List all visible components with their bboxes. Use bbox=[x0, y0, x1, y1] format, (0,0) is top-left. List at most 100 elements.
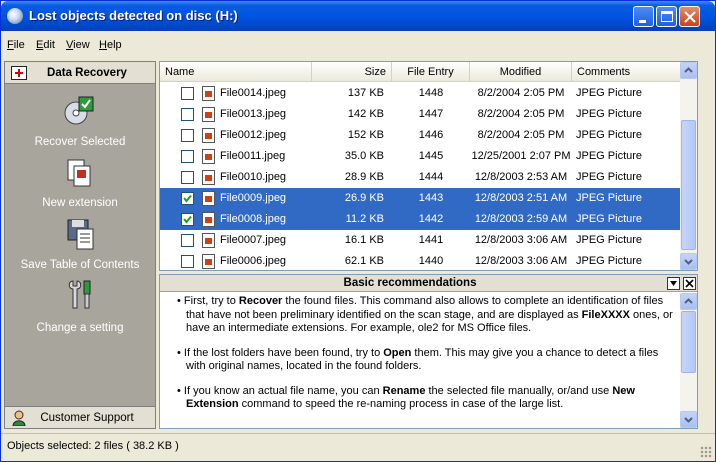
table-row[interactable]: File0011.jpeg 35.0 KB 1445 12/25/2001 2:07 … bbox=[160, 146, 681, 167]
menu-edit[interactable]: Edit bbox=[36, 39, 55, 51]
file-entry: 1440 bbox=[418, 255, 444, 267]
recommendations-text: • First, try to Recover the found files.… bbox=[172, 295, 677, 423]
row-checkbox[interactable] bbox=[181, 234, 194, 247]
save-toc-action[interactable]: Save Table of Contents bbox=[5, 217, 155, 275]
menu-help-rest: elp bbox=[106, 39, 122, 51]
jpeg-file-icon bbox=[202, 86, 215, 101]
customer-support-label: Customer Support bbox=[40, 412, 134, 424]
maximize-icon bbox=[661, 11, 673, 22]
jpeg-file-icon bbox=[202, 233, 215, 248]
close-button[interactable] bbox=[679, 6, 700, 27]
row-checkbox[interactable] bbox=[181, 171, 194, 184]
jpeg-file-icon bbox=[202, 191, 215, 206]
scroll-thumb[interactable] bbox=[681, 311, 696, 373]
chevron-up-icon bbox=[684, 298, 693, 304]
menu-bar: File Edit View Help bbox=[1, 37, 715, 55]
triangle-down-icon bbox=[670, 281, 677, 286]
resize-grip[interactable] bbox=[700, 446, 712, 458]
recover-icon bbox=[64, 96, 94, 125]
row-checkbox[interactable] bbox=[181, 192, 194, 205]
file-name: File0011.jpeg bbox=[220, 150, 286, 162]
customer-support-bar[interactable]: Customer Support bbox=[5, 406, 155, 428]
row-checkbox[interactable] bbox=[181, 213, 194, 226]
recommendation-item: • First, try to Recover the found files.… bbox=[177, 295, 673, 334]
menu-edit-rest: dit bbox=[43, 39, 55, 51]
table-row[interactable]: File0014.jpeg 137 KB 1448 8/2/2004 2:05 PM J… bbox=[160, 83, 681, 104]
table-row[interactable]: File0006.jpeg 62.1 KB 1440 12/8/2003 3:06 A… bbox=[160, 251, 681, 270]
file-size: 62.1 KB bbox=[344, 255, 384, 267]
command-keyword: Rename bbox=[382, 384, 426, 397]
row-checkbox[interactable] bbox=[181, 150, 194, 163]
scroll-thumb[interactable] bbox=[681, 120, 696, 250]
table-row[interactable]: File0007.jpeg 16.1 KB 1441 12/8/2003 3:06 A… bbox=[160, 230, 681, 251]
menu-help[interactable]: Help bbox=[99, 39, 122, 51]
col-size[interactable]: Size bbox=[312, 62, 392, 82]
table-row[interactable]: File0010.jpeg 28.9 KB 1444 12/8/2003 2:53 A… bbox=[160, 167, 681, 188]
row-checkbox[interactable] bbox=[181, 129, 194, 142]
file-comment: JPEG Picture bbox=[576, 171, 643, 183]
maximize-button[interactable] bbox=[656, 6, 677, 27]
file-comment: JPEG Picture bbox=[576, 108, 643, 120]
row-checkbox[interactable] bbox=[181, 87, 194, 100]
jpeg-file-icon bbox=[202, 254, 215, 269]
jpeg-file-icon bbox=[202, 128, 215, 143]
col-name[interactable]: Name bbox=[160, 62, 312, 82]
recover-selected-action[interactable]: Recover Selected bbox=[5, 94, 155, 152]
scroll-up-button[interactable] bbox=[680, 62, 697, 79]
file-list-header: Name Size File Entry Modified Comments bbox=[160, 62, 681, 82]
file-modified: 8/2/2004 2:05 PM bbox=[477, 108, 565, 120]
title-bar[interactable]: Lost objects detected on disc (H:) bbox=[1, 1, 715, 31]
close-icon bbox=[684, 11, 696, 23]
scroll-up-button[interactable] bbox=[680, 293, 697, 310]
file-comment: JPEG Picture bbox=[576, 255, 643, 267]
data-recovery-title: Data Recovery bbox=[47, 67, 127, 79]
col-comments[interactable]: Comments bbox=[572, 62, 681, 82]
file-size: 152 KB bbox=[347, 129, 384, 141]
file-comment: JPEG Picture bbox=[576, 150, 643, 162]
file-list-scrollbar[interactable] bbox=[680, 62, 697, 270]
file-entry: 1445 bbox=[418, 150, 444, 162]
file-list: Name Size File Entry Modified Comments F… bbox=[159, 61, 698, 271]
menu-file-rest: ile bbox=[13, 39, 25, 51]
file-size: 142 KB bbox=[347, 108, 384, 120]
recommendations-title: Basic recommendations bbox=[343, 277, 477, 289]
file-name: File0009.jpeg bbox=[220, 192, 287, 204]
recommendations-scrollbar[interactable] bbox=[680, 293, 697, 428]
data-recovery-header: Data Recovery bbox=[5, 62, 155, 84]
file-entry: 1441 bbox=[418, 234, 444, 246]
menu-view[interactable]: View bbox=[66, 39, 90, 51]
jpeg-file-icon bbox=[202, 170, 215, 185]
close-pane-button[interactable] bbox=[683, 277, 696, 290]
file-name: File0007.jpeg bbox=[220, 234, 287, 246]
new-extension-icon bbox=[67, 159, 91, 187]
table-row[interactable]: File0008.jpeg 11.2 KB 1442 12/8/2003 2:59 A… bbox=[160, 209, 681, 230]
row-checkbox[interactable] bbox=[181, 108, 194, 121]
col-file-entry[interactable]: File Entry bbox=[392, 62, 470, 82]
row-checkbox[interactable] bbox=[181, 255, 194, 268]
file-name: File0014.jpeg bbox=[220, 87, 287, 99]
file-modified: 12/8/2003 3:06 AM bbox=[474, 234, 568, 246]
table-row[interactable]: File0013.jpeg 142 KB 1447 8/2/2004 2:05 PM J… bbox=[160, 104, 681, 125]
file-entry: 1444 bbox=[418, 171, 444, 183]
settings-icon bbox=[68, 280, 91, 309]
close-icon bbox=[685, 279, 694, 288]
save-toc-label: Save Table of Contents bbox=[20, 259, 140, 271]
file-comment: JPEG Picture bbox=[576, 129, 643, 141]
scroll-down-button[interactable] bbox=[680, 253, 697, 270]
checkmark-icon bbox=[183, 194, 192, 203]
minimize-icon bbox=[639, 20, 646, 23]
menu-file[interactable]: File bbox=[7, 39, 25, 51]
scroll-down-button[interactable] bbox=[680, 411, 697, 428]
file-size: 26.9 KB bbox=[344, 192, 384, 204]
minimize-button[interactable] bbox=[633, 6, 654, 27]
app-icon[interactable] bbox=[7, 8, 23, 24]
menu-view-rest: iew bbox=[73, 39, 90, 51]
new-extension-action[interactable]: New extension bbox=[5, 156, 155, 214]
file-modified: 12/8/2003 3:06 AM bbox=[474, 255, 568, 267]
table-row[interactable]: File0012.jpeg 152 KB 1446 8/2/2004 2:05 PM J… bbox=[160, 125, 681, 146]
file-comment: JPEG Picture bbox=[576, 213, 643, 225]
collapse-button[interactable] bbox=[667, 277, 680, 290]
table-row[interactable]: File0009.jpeg 26.9 KB 1443 12/8/2003 2:51 A… bbox=[160, 188, 681, 209]
col-modified[interactable]: Modified bbox=[470, 62, 572, 82]
change-setting-action[interactable]: Change a setting bbox=[5, 278, 155, 336]
